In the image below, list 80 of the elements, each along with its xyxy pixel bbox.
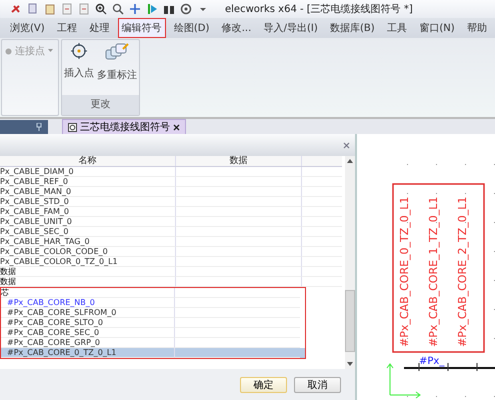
target-icon	[71, 43, 87, 59]
symbol-attribute-text: #Px_CAB_CORE_2_TZ_0_L1	[456, 196, 469, 347]
page-icon[interactable]	[78, 3, 90, 15]
window-title: elecworks x64 - [三芯电缆接线图符号 *]	[225, 2, 413, 16]
dialog-button[interactable]: 取消	[294, 376, 341, 392]
table-row[interactable]: #Px_CAB_CORE_NB_0	[1, 298, 305, 308]
table-cell: Px_CABLE_UNIT_0	[0, 217, 175, 227]
menu-item[interactable]: 处理	[85, 18, 114, 38]
table-cell: #Px_CAB_CORE_NB_0	[1, 298, 174, 308]
ribbon-button[interactable]: 多重标注	[97, 43, 137, 95]
menu-item[interactable]: 修改...	[218, 18, 256, 38]
caret-icon	[48, 49, 53, 53]
paste-icon[interactable]	[44, 3, 56, 15]
axis-icon	[386, 363, 421, 398]
table-cell: #Px_CAB_CORE_SLFROM_0	[1, 308, 174, 318]
tab-label: 三芯电缆接线图符号	[80, 120, 170, 134]
search-icon[interactable]	[112, 3, 124, 15]
table-cell	[301, 187, 342, 197]
dialog-button[interactable]: 确定	[240, 376, 287, 392]
ribbon-button[interactable]: 插入点	[64, 43, 94, 95]
tags-icon	[105, 43, 129, 61]
menu-item[interactable]: 数据库(B)	[326, 18, 379, 38]
table-row[interactable]: #Px_CAB_CORE_SLFROM_0	[1, 308, 305, 318]
table-cell: Px_CABLE_STD_0	[0, 197, 175, 207]
symbol-attribute-text: #Px_CAB_CORE_1_TZ_0_L1	[427, 196, 440, 347]
column-header: 数据	[175, 156, 301, 166]
table-cell: Px_CABLE_FAM_0	[0, 207, 175, 217]
group-label: 更改	[62, 95, 139, 115]
symbol-icon	[68, 122, 77, 132]
document-tab[interactable]: 三芯电缆接线图符号	[62, 119, 186, 134]
scroll-up-icon[interactable]	[347, 159, 353, 163]
table-cell	[301, 267, 342, 277]
menu-item[interactable]: 导入/导出(I)	[260, 18, 322, 38]
table-cell	[301, 237, 342, 247]
attribute-text: #Px_	[419, 356, 444, 367]
table-cell	[301, 207, 342, 217]
table-row[interactable]: #Px_CAB_CORE_SEC_0	[1, 328, 305, 338]
table-cell	[301, 217, 342, 227]
table-cell: Px_CABLE_REF_0	[0, 177, 175, 187]
menu-item[interactable]: 窗口(N)	[415, 18, 459, 38]
page-icon[interactable]	[61, 3, 73, 15]
menu-item[interactable]: 帮助	[462, 18, 491, 38]
table-cell: Px_CABLE_SEC_0	[0, 227, 175, 237]
table-row[interactable]: #Px_CAB_CORE_0_TZ_0_L1	[1, 348, 305, 358]
table-cell: Px_CABLE_MAN_0	[0, 187, 175, 197]
table-cell: 芯	[1, 288, 174, 298]
table-cell	[301, 257, 342, 267]
menu-item[interactable]: 绘图(D)	[170, 18, 214, 38]
table-cell: #Px_CAB_CORE_SEC_0	[1, 328, 174, 338]
menu-item[interactable]: 浏览(V)	[6, 18, 49, 38]
table-cell: Px_CABLE_COLOR_CODE_0	[0, 247, 175, 257]
table-cell: Px_CABLE_HAR_TAG_0	[0, 237, 175, 247]
symbol-attribute-text: #Px_CAB_CORE_0_TZ_0_L1	[398, 196, 411, 347]
table-cell: 数据	[0, 277, 175, 287]
pin-icon[interactable]	[36, 123, 42, 131]
column-header: 名称	[78, 156, 98, 166]
table-cell	[301, 277, 342, 287]
scrollbar[interactable]	[345, 156, 355, 369]
scroll-thumb[interactable]	[345, 290, 355, 352]
table-cell	[301, 247, 342, 257]
menu-item[interactable]: 编辑符号	[118, 18, 166, 38]
table-cell	[301, 197, 342, 207]
menu-item[interactable]: 工具	[383, 18, 412, 38]
table-cell: #Px_CAB_CORE_SLTO_0	[1, 318, 174, 328]
table-cell	[301, 177, 342, 187]
table-row[interactable]: #Px_CAB_CORE_SLTO_0	[1, 318, 305, 328]
table-cell: Px_CABLE_DIAM_0	[0, 167, 175, 177]
table-cell: 数据	[0, 267, 175, 277]
dot-icon	[5, 48, 12, 54]
play-icon[interactable]	[146, 3, 158, 15]
copy-icon[interactable]	[27, 3, 39, 15]
scroll-down-icon[interactable]	[347, 362, 353, 366]
zoom-in-icon[interactable]	[95, 3, 107, 15]
table-cell	[301, 227, 342, 237]
table-row[interactable]: 芯	[1, 288, 305, 298]
table-cell: #Px_CAB_CORE_0_TZ_0_L1	[1, 348, 174, 358]
table-cell: Px_CABLE_COLOR_0_TZ_0_L1	[0, 257, 175, 267]
menu-item[interactable]: 工程	[52, 18, 81, 38]
close-icon[interactable]	[173, 124, 180, 130]
move-icon[interactable]	[129, 3, 141, 15]
